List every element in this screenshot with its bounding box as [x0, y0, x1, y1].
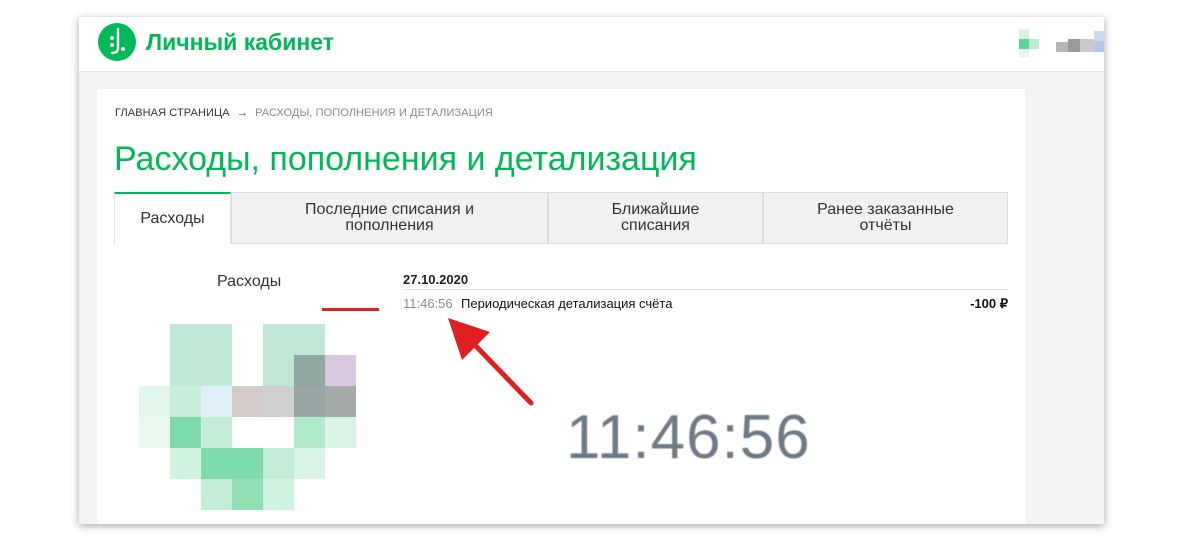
zoomed-time-annotation: 11:46:56: [566, 403, 811, 472]
